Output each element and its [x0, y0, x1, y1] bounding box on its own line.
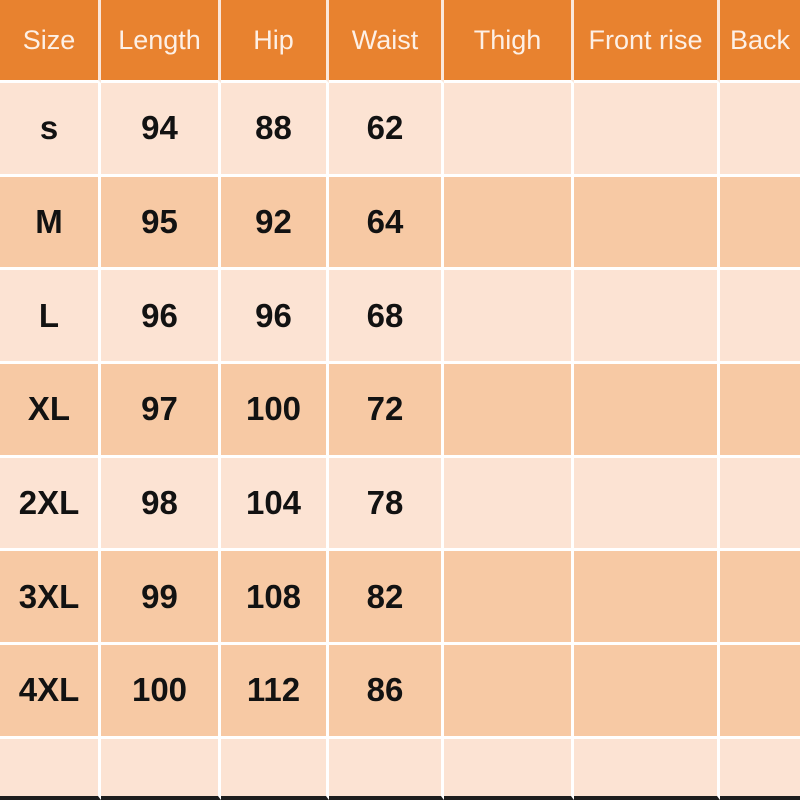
cell-length: 97	[101, 364, 221, 458]
cell-front_rise	[574, 83, 720, 177]
cell-front_rise	[574, 270, 720, 364]
cell-length	[101, 739, 221, 800]
column-header-back-rise: Back	[720, 0, 800, 83]
size-chart-table: Size Length Hip Waist Thigh Front rise B…	[0, 0, 800, 800]
cell-hip: 92	[221, 177, 329, 271]
header-row: Size Length Hip Waist Thigh Front rise B…	[0, 0, 800, 83]
cell-waist: 64	[329, 177, 444, 271]
cell-length: 95	[101, 177, 221, 271]
column-header-waist: Waist	[329, 0, 444, 83]
cell-size: L	[0, 270, 101, 364]
table-row: 4XL10011286	[0, 645, 800, 739]
column-header-size: Size	[0, 0, 101, 83]
table-row: 2XL9810478	[0, 458, 800, 552]
column-header-hip: Hip	[221, 0, 329, 83]
cell-size: XL	[0, 364, 101, 458]
table-row	[0, 739, 800, 800]
cell-length: 96	[101, 270, 221, 364]
cell-hip: 96	[221, 270, 329, 364]
cell-length: 99	[101, 551, 221, 645]
cell-length: 94	[101, 83, 221, 177]
table-row: s948862	[0, 83, 800, 177]
cell-thigh	[444, 83, 574, 177]
cell-hip: 112	[221, 645, 329, 739]
cell-size: 4XL	[0, 645, 101, 739]
cell-hip: 108	[221, 551, 329, 645]
cell-back_rise	[720, 270, 800, 364]
table-row: M959264	[0, 177, 800, 271]
table-row: 3XL9910882	[0, 551, 800, 645]
cell-thigh	[444, 551, 574, 645]
cell-thigh	[444, 177, 574, 271]
cell-front_rise	[574, 645, 720, 739]
cell-hip: 100	[221, 364, 329, 458]
cell-size: 2XL	[0, 458, 101, 552]
cell-front_rise	[574, 364, 720, 458]
cell-thigh	[444, 645, 574, 739]
cell-front_rise	[574, 458, 720, 552]
cell-back_rise	[720, 739, 800, 800]
cell-thigh	[444, 739, 574, 800]
cell-back_rise	[720, 551, 800, 645]
column-header-length: Length	[101, 0, 221, 83]
cell-front_rise	[574, 177, 720, 271]
cell-waist: 78	[329, 458, 444, 552]
cell-length: 98	[101, 458, 221, 552]
cell-back_rise	[720, 364, 800, 458]
cell-front_rise	[574, 739, 720, 800]
cell-waist: 62	[329, 83, 444, 177]
cell-hip: 88	[221, 83, 329, 177]
cell-waist: 82	[329, 551, 444, 645]
cell-front_rise	[574, 551, 720, 645]
cell-thigh	[444, 364, 574, 458]
cell-back_rise	[720, 83, 800, 177]
cell-back_rise	[720, 177, 800, 271]
cell-waist: 86	[329, 645, 444, 739]
cell-thigh	[444, 458, 574, 552]
cell-waist: 72	[329, 364, 444, 458]
cell-size: 3XL	[0, 551, 101, 645]
cell-size: M	[0, 177, 101, 271]
cell-waist	[329, 739, 444, 800]
table-row: XL9710072	[0, 364, 800, 458]
cell-size	[0, 739, 101, 800]
cell-hip	[221, 739, 329, 800]
cell-waist: 68	[329, 270, 444, 364]
table-body: s948862M959264L969668XL97100722XL9810478…	[0, 83, 800, 800]
column-header-front-rise: Front rise	[574, 0, 720, 83]
cell-thigh	[444, 270, 574, 364]
table-header: Size Length Hip Waist Thigh Front rise B…	[0, 0, 800, 83]
cell-back_rise	[720, 645, 800, 739]
column-header-thigh: Thigh	[444, 0, 574, 83]
cell-back_rise	[720, 458, 800, 552]
table-row: L969668	[0, 270, 800, 364]
cell-hip: 104	[221, 458, 329, 552]
cell-length: 100	[101, 645, 221, 739]
cell-size: s	[0, 83, 101, 177]
